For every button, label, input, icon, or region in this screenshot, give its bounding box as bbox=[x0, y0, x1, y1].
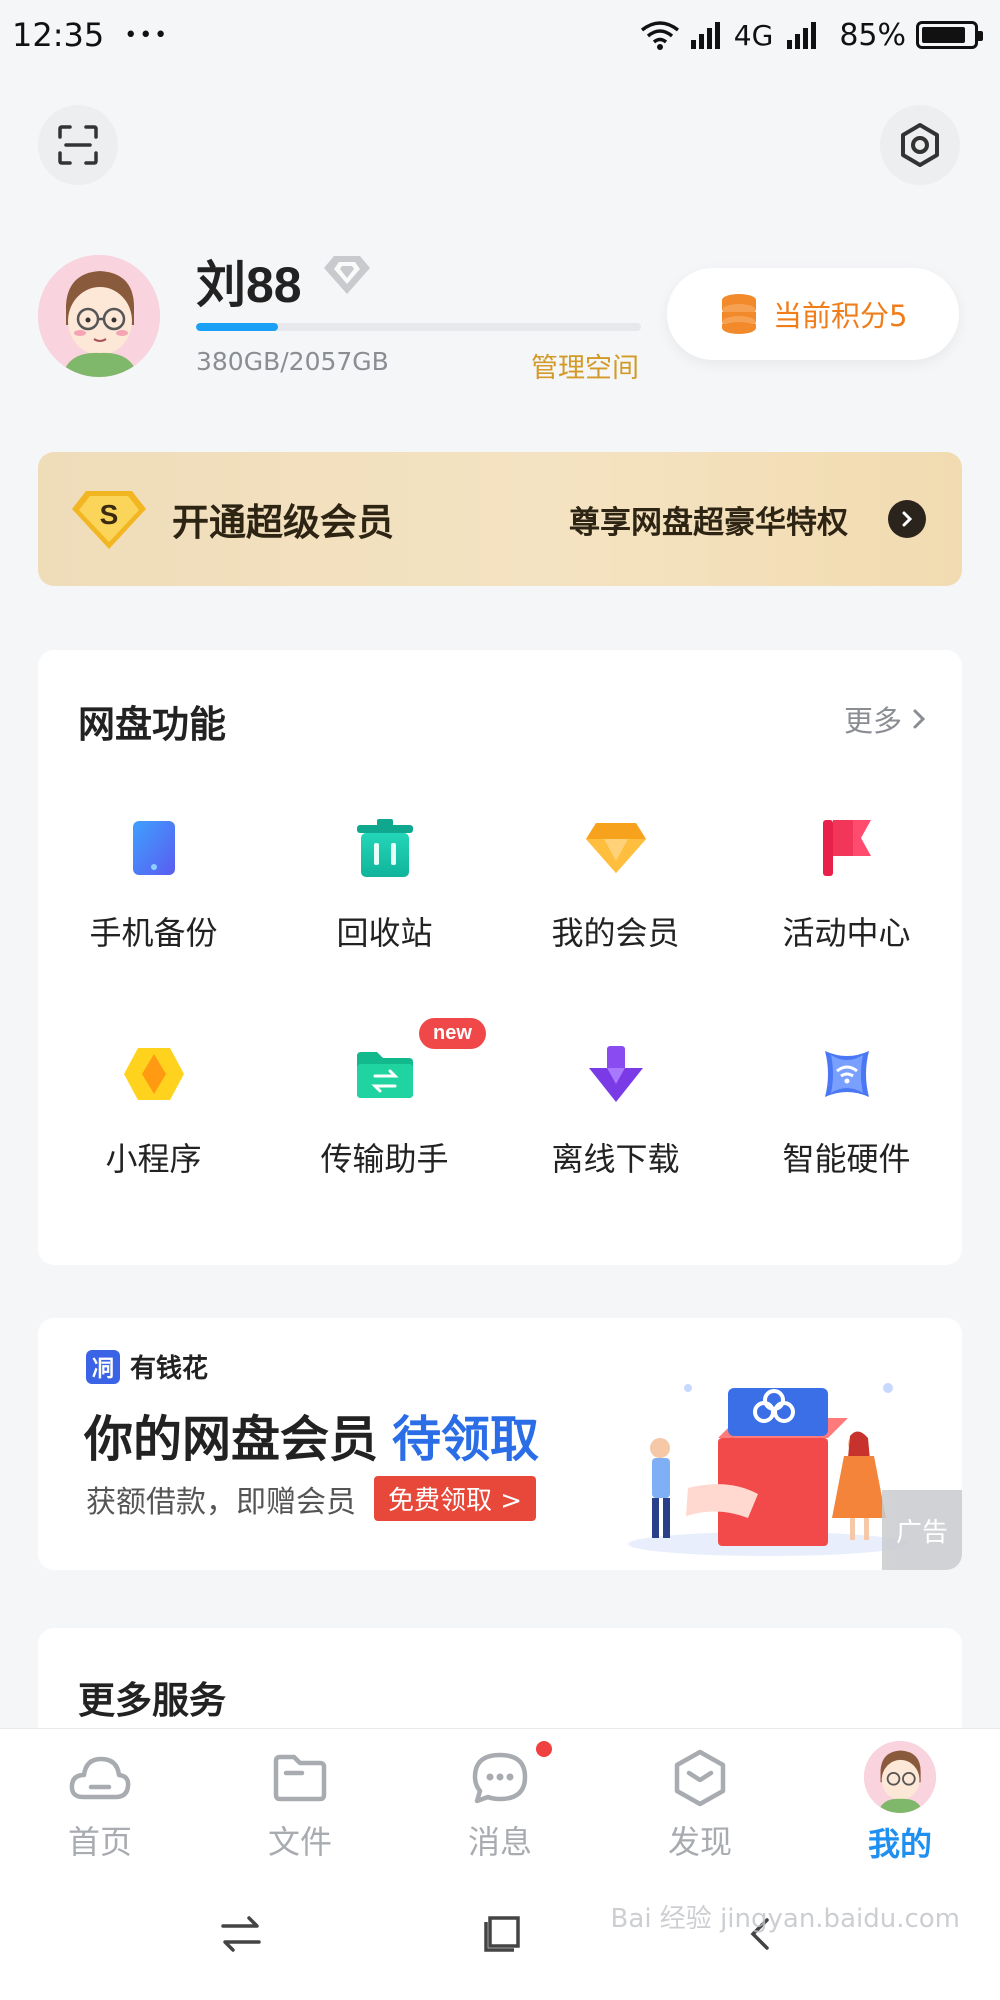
function-label: 离线下载 bbox=[551, 1140, 680, 1178]
mini-program-icon bbox=[118, 1038, 190, 1110]
vip-diamond-icon[interactable] bbox=[322, 254, 372, 296]
svg-text:S: S bbox=[100, 499, 119, 530]
nav-home[interactable]: 首页 bbox=[0, 1729, 200, 1868]
discover-icon bbox=[667, 1745, 733, 1811]
ad-claim-button[interactable]: 免费领取 > bbox=[374, 1476, 537, 1521]
function-label: 传输助手 bbox=[320, 1140, 449, 1178]
ad-banner[interactable]: 㓊 有钱花 你的网盘会员 待领取 获额借款，即赠会员 免费领取 > 广告 bbox=[38, 1318, 962, 1570]
chevron-right-icon bbox=[913, 709, 926, 729]
avatar[interactable] bbox=[38, 255, 160, 377]
nav-label: 发现 bbox=[667, 1823, 732, 1861]
phone-backup-icon bbox=[118, 812, 190, 884]
more-functions-link[interactable]: 更多 bbox=[844, 698, 926, 740]
ad-brand: 㓊 有钱花 bbox=[86, 1348, 208, 1385]
battery-percent: 85% bbox=[839, 17, 906, 53]
ad-brand-logo: 㓊 bbox=[86, 1349, 120, 1384]
ad-headline-text: 你的网盘会员 bbox=[84, 1411, 379, 1468]
nav-label: 我的 bbox=[867, 1825, 932, 1863]
switch-apps-icon[interactable] bbox=[219, 1914, 263, 1954]
battery-level bbox=[922, 27, 965, 43]
ad-subtext: 获额借款，即赠会员 bbox=[86, 1484, 356, 1520]
super-vip-badge-icon: S bbox=[72, 491, 146, 549]
function-smart-hardware[interactable]: 智能硬件 bbox=[731, 1016, 962, 1242]
ad-headline-highlight: 待领取 bbox=[392, 1411, 540, 1468]
nav-label: 首页 bbox=[67, 1823, 132, 1861]
vip-subtitle: 尊享网盘超豪华特权 bbox=[569, 504, 848, 541]
flag-icon bbox=[811, 812, 883, 884]
nav-mine[interactable]: 我的 bbox=[800, 1729, 1000, 1868]
coin-stack-icon bbox=[722, 294, 756, 334]
ad-brand-name: 有钱花 bbox=[130, 1354, 209, 1384]
function-phone-backup[interactable]: 手机备份 bbox=[38, 790, 269, 1016]
app-screen: 12:35 ••• 4G 85% 刘88 380GB/2057GB 管理空间 当… bbox=[0, 0, 1000, 2000]
function-offline-download[interactable]: 离线下载 bbox=[500, 1016, 731, 1242]
folder-icon bbox=[267, 1745, 333, 1811]
status-dots: ••• bbox=[124, 22, 170, 48]
recycle-bin-icon bbox=[349, 812, 421, 884]
function-label: 手机备份 bbox=[89, 914, 218, 952]
storage-usage: 380GB/2057GB bbox=[196, 347, 389, 376]
cloud-icon bbox=[67, 1745, 133, 1811]
function-label: 活动中心 bbox=[782, 914, 911, 952]
status-bar: 12:35 ••• 4G 85% bbox=[0, 0, 1000, 70]
network-type: 4G bbox=[733, 18, 774, 52]
storage-progress-bar bbox=[196, 323, 641, 331]
disk-functions-card: 网盘功能 更多 手机备份 回收站 我的会员 活动中心 小程序 new 传输助手 … bbox=[38, 650, 962, 1265]
more-label: 更多 bbox=[843, 704, 902, 738]
scan-icon bbox=[58, 125, 98, 165]
unread-dot bbox=[536, 1741, 552, 1757]
function-label: 回收站 bbox=[336, 914, 433, 952]
wifi-device-icon bbox=[811, 1038, 883, 1110]
signal-icon bbox=[787, 22, 817, 49]
function-activity-center[interactable]: 活动中心 bbox=[731, 790, 962, 1016]
chevron-right-icon bbox=[888, 500, 926, 538]
function-label: 小程序 bbox=[105, 1140, 202, 1178]
super-vip-banner[interactable]: S 开通超级会员 尊享网盘超豪华特权 bbox=[38, 452, 962, 586]
function-transfer-assistant[interactable]: new 传输助手 bbox=[269, 1016, 500, 1242]
vip-title: 开通超级会员 bbox=[172, 501, 394, 544]
watermark: Bai 经验 jingyan.baidu.com bbox=[610, 1904, 960, 1934]
function-mini-program[interactable]: 小程序 bbox=[38, 1016, 269, 1242]
new-badge: new bbox=[419, 1018, 486, 1049]
gear-icon bbox=[901, 123, 939, 167]
download-arrow-icon bbox=[580, 1038, 652, 1110]
chat-icon bbox=[467, 1745, 533, 1811]
functions-title: 网盘功能 bbox=[78, 703, 226, 746]
nav-label: 消息 bbox=[467, 1823, 532, 1861]
avatar-illustration bbox=[38, 255, 160, 377]
function-label: 智能硬件 bbox=[782, 1140, 911, 1178]
transfer-folder-icon bbox=[349, 1038, 421, 1110]
ad-headline: 你的网盘会员 待领取 bbox=[84, 1400, 539, 1471]
function-recycle-bin[interactable]: 回收站 bbox=[269, 790, 500, 1016]
function-my-membership[interactable]: 我的会员 bbox=[500, 790, 731, 1016]
avatar bbox=[864, 1741, 936, 1813]
home-square-icon[interactable] bbox=[482, 1914, 522, 1954]
storage-progress-fill bbox=[196, 323, 279, 331]
settings-button[interactable] bbox=[880, 105, 960, 185]
functions-grid: 手机备份 回收站 我的会员 活动中心 小程序 new 传输助手 离线下载 智能硬… bbox=[38, 790, 962, 1242]
nav-discover[interactable]: 发现 bbox=[600, 1729, 800, 1868]
scan-button[interactable] bbox=[38, 105, 118, 185]
diamond-icon bbox=[580, 812, 652, 884]
manage-space-link[interactable]: 管理空间 bbox=[531, 346, 639, 385]
nav-label: 文件 bbox=[267, 1823, 332, 1861]
signal-icon bbox=[690, 22, 720, 49]
ad-tag: 广告 bbox=[882, 1490, 962, 1570]
status-time: 12:35 bbox=[12, 16, 105, 54]
battery-icon bbox=[916, 21, 983, 49]
points-button[interactable]: 当前积分5 bbox=[667, 268, 959, 360]
username: 刘88 bbox=[196, 257, 302, 313]
function-label: 我的会员 bbox=[551, 914, 680, 952]
bottom-nav: 首页 文件 消息 发现 我的 bbox=[0, 1728, 1000, 1868]
nav-files[interactable]: 文件 bbox=[200, 1729, 400, 1868]
ad-illustration bbox=[628, 1383, 908, 1556]
points-label: 当前积分5 bbox=[773, 299, 908, 333]
nav-messages[interactable]: 消息 bbox=[400, 1729, 600, 1868]
ad-subline: 获额借款，即赠会员 免费领取 > bbox=[86, 1476, 537, 1521]
services-title: 更多服务 bbox=[78, 1679, 226, 1722]
wifi-icon bbox=[640, 21, 679, 50]
